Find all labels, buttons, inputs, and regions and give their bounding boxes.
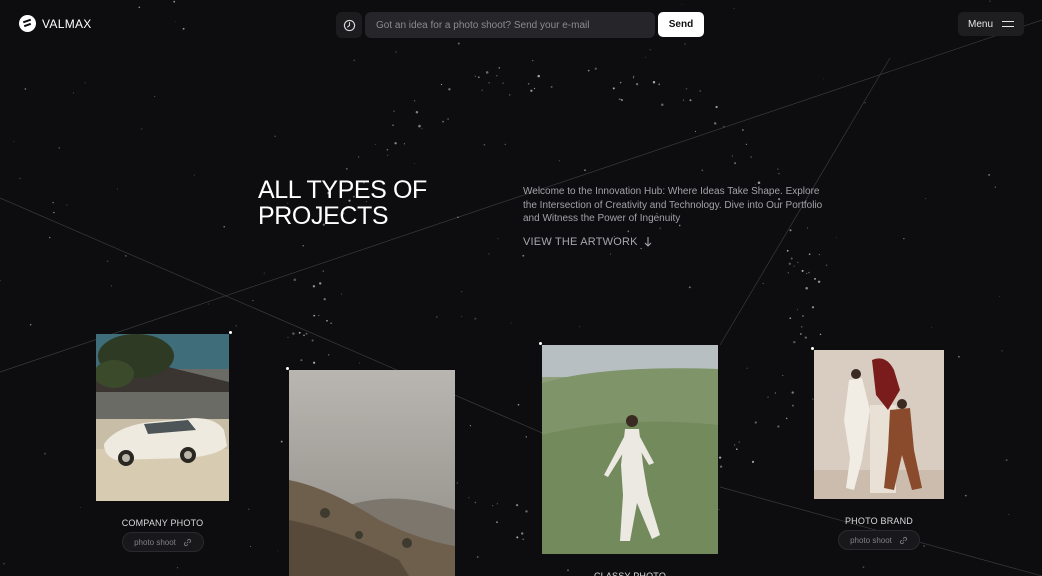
email-input[interactable] [365,12,655,38]
project-image-company-photo[interactable] [96,334,229,501]
hero-title: ALL TYPES OF PROJECTS [258,177,498,229]
arrow-down-icon [644,237,652,247]
top-bar: VALMAX Send Menu [0,0,1042,48]
card-marker-dot [229,331,232,334]
hero-title-line-1: ALL TYPES OF [258,176,427,204]
hamburger-icon [1002,21,1014,27]
email-cta: Send [336,10,706,38]
project-tag-photo-brand[interactable]: photo shoot [838,530,920,550]
card-marker-dot [811,347,814,350]
timer-icon [336,12,362,38]
card-marker-dot [539,342,542,345]
logo-icon [19,15,36,32]
hero-title-line-2: PROJECTS [258,202,389,230]
project-tag-company-photo[interactable]: photo shoot [122,532,204,552]
project-image-landscape[interactable] [289,370,455,576]
card-marker-dot [286,367,289,370]
view-artwork-link[interactable]: VIEW THE ARTWORK [523,236,652,248]
brand-logo[interactable]: VALMAX [19,15,92,32]
project-title-classy-photo: CLASSY PHOTO [593,571,667,576]
brand-name: VALMAX [42,16,92,31]
link-icon [183,538,191,546]
project-tag-label: photo shoot [850,535,892,545]
hero-description: Welcome to the Innovation Hub: Where Ide… [523,186,823,224]
menu-button[interactable]: Menu [958,12,1024,36]
project-image-classy-photo[interactable] [542,345,718,554]
send-button[interactable]: Send [658,12,704,37]
link-icon [899,536,907,544]
project-title-photo-brand: PHOTO BRAND [844,516,914,526]
view-artwork-label: VIEW THE ARTWORK [523,236,638,248]
project-image-photo-brand[interactable] [814,350,944,499]
project-tag-label: photo shoot [134,537,176,547]
menu-label: Menu [967,18,993,30]
project-title-company-photo: COMPANY PHOTO [121,518,204,528]
